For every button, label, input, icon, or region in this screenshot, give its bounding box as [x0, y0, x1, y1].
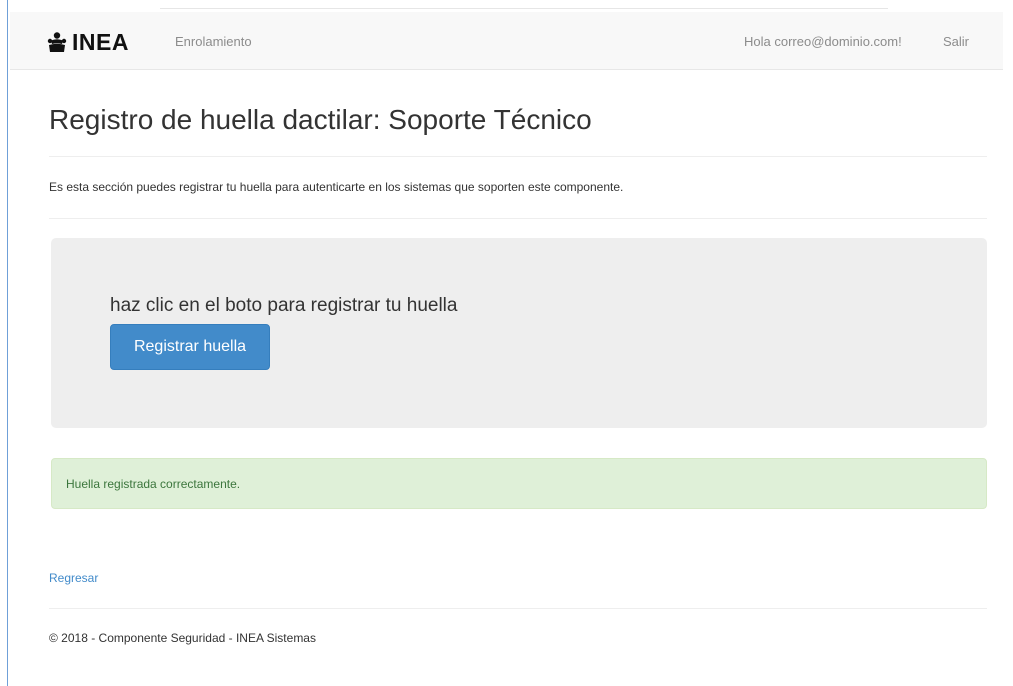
window-left-border	[0, 0, 8, 686]
logout-link[interactable]: Salir	[943, 34, 969, 49]
brand-name: INEA	[72, 28, 129, 55]
top-navbar: INEA Enrolamiento Hola correo@dominio.co…	[10, 12, 1003, 70]
success-alert: Huella registrada correctamente.	[51, 458, 987, 509]
page-description: Es esta sección puedes registrar tu huel…	[49, 180, 624, 194]
fingerprint-panel: haz clic en el boto para registrar tu hu…	[51, 238, 987, 428]
browser-viewport: INEA Enrolamiento Hola correo@dominio.co…	[0, 0, 1013, 686]
nav-user-greeting[interactable]: Hola correo@dominio.com!	[744, 34, 902, 49]
people-icon	[46, 31, 68, 53]
brand-logo[interactable]: INEA	[46, 28, 129, 55]
alert-message: Huella registrada correctamente.	[66, 477, 241, 491]
register-fingerprint-button[interactable]: Registrar huella	[110, 324, 270, 370]
back-link[interactable]: Regresar	[49, 571, 98, 585]
nav-link-enrolamiento[interactable]: Enrolamiento	[175, 34, 252, 49]
page-title: Registro de huella dactilar: Soporte Téc…	[49, 104, 592, 135]
divider	[49, 156, 987, 157]
window-top-edge	[10, 0, 1013, 12]
panel-instruction: haz clic en el boto para registrar tu hu…	[110, 295, 458, 316]
divider	[49, 218, 987, 219]
footer-text: © 2018 - Componente Seguridad - INEA Sis…	[49, 631, 316, 645]
footer-divider	[49, 608, 987, 609]
